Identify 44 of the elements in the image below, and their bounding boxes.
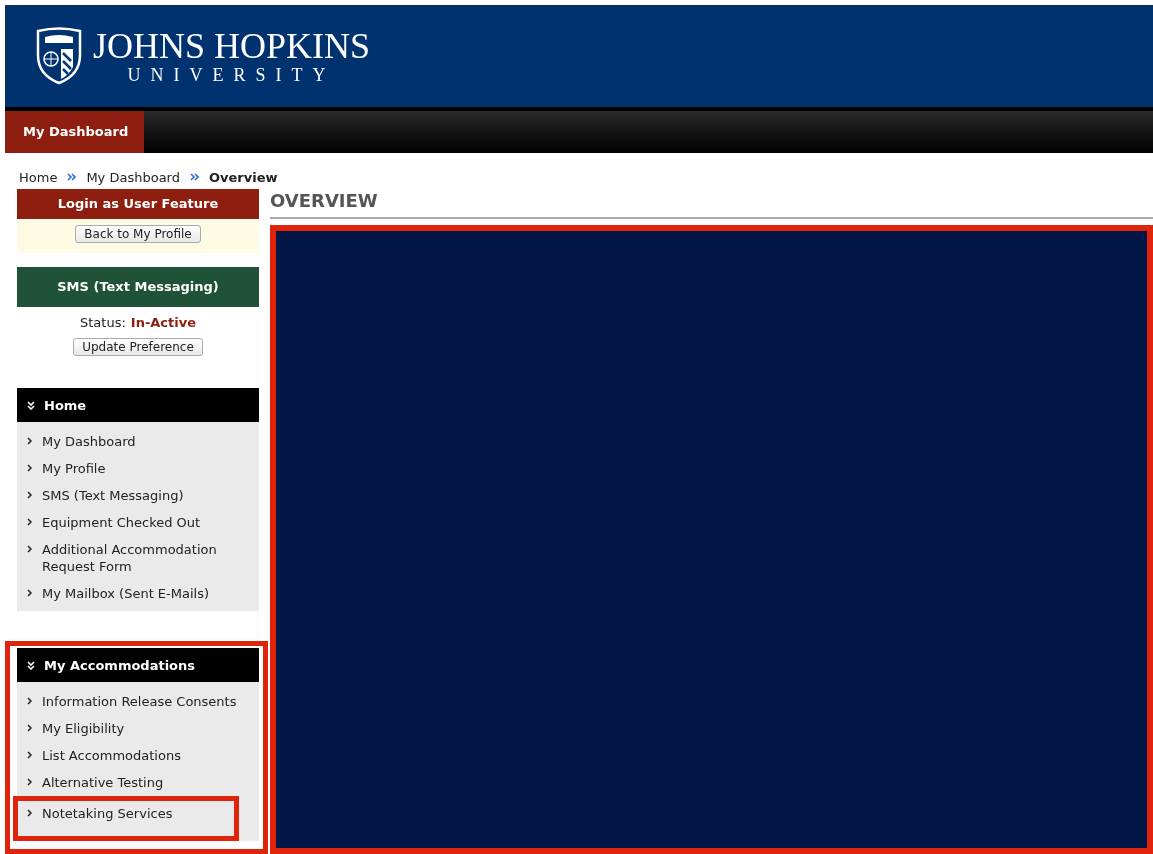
- logo-subtitle: UNIVERSITY: [127, 65, 336, 85]
- menu-item[interactable]: Alternative Testing: [42, 774, 164, 791]
- double-chevron-icon: [27, 660, 36, 670]
- breadcrumb-current: Overview: [208, 169, 278, 185]
- breadcrumb-link[interactable]: Home: [19, 169, 58, 185]
- chevron-icon: [27, 545, 32, 553]
- menu-item[interactable]: My Mailbox (Sent E-Mails): [42, 585, 210, 602]
- panel-title: Login as User Feature: [17, 189, 259, 219]
- breadcrumb-link[interactable]: My Dashboard: [86, 169, 180, 185]
- menu-header[interactable]: Home: [17, 388, 259, 422]
- menu-item[interactable]: SMS (Text Messaging): [42, 487, 184, 504]
- logo-name: JOHNS HOPKINS: [93, 27, 371, 65]
- chevron-icon: [27, 809, 32, 817]
- page-title: OVERVIEW: [270, 189, 1153, 219]
- status-value: In-Active: [130, 315, 196, 330]
- menu-item[interactable]: Equipment Checked Out: [42, 514, 201, 531]
- menu-item[interactable]: My Profile: [42, 460, 106, 477]
- menu-item[interactable]: List Accommodations: [42, 747, 181, 764]
- chevron-icon: [27, 697, 32, 705]
- menu-item[interactable]: Information Release Consents: [42, 693, 237, 710]
- chevron-icon: [27, 778, 32, 786]
- double-chevron-icon: [189, 173, 199, 181]
- chevron-icon: [27, 751, 32, 759]
- chevron-icon: [27, 491, 32, 499]
- double-chevron-icon: [27, 400, 36, 410]
- panel-title: SMS (Text Messaging): [17, 267, 259, 307]
- back-to-profile-button[interactable]: Back to My Profile: [75, 225, 201, 243]
- menu-item[interactable]: My Eligibility: [42, 720, 125, 737]
- chevron-icon: [27, 437, 32, 445]
- menu-title: Home: [44, 397, 87, 413]
- menu-title: My Accommodations: [44, 657, 196, 673]
- menu-item[interactable]: My Dashboard: [42, 433, 136, 450]
- chevron-icon: [27, 464, 32, 472]
- chevron-icon: [27, 589, 32, 597]
- chevron-icon: [27, 518, 32, 526]
- menu-header[interactable]: My Accommodations: [17, 648, 259, 682]
- double-chevron-icon: [67, 173, 77, 181]
- shield-icon: [35, 27, 83, 85]
- chevron-icon: [27, 724, 32, 732]
- update-preference-button[interactable]: Update Preference: [73, 338, 203, 356]
- nav-tab[interactable]: My Dashboard: [5, 111, 145, 153]
- menu-item[interactable]: Notetaking Services: [42, 805, 173, 822]
- status-label: Status:: [80, 315, 126, 330]
- menu-item[interactable]: Additional Accommodation Request Form: [42, 541, 249, 575]
